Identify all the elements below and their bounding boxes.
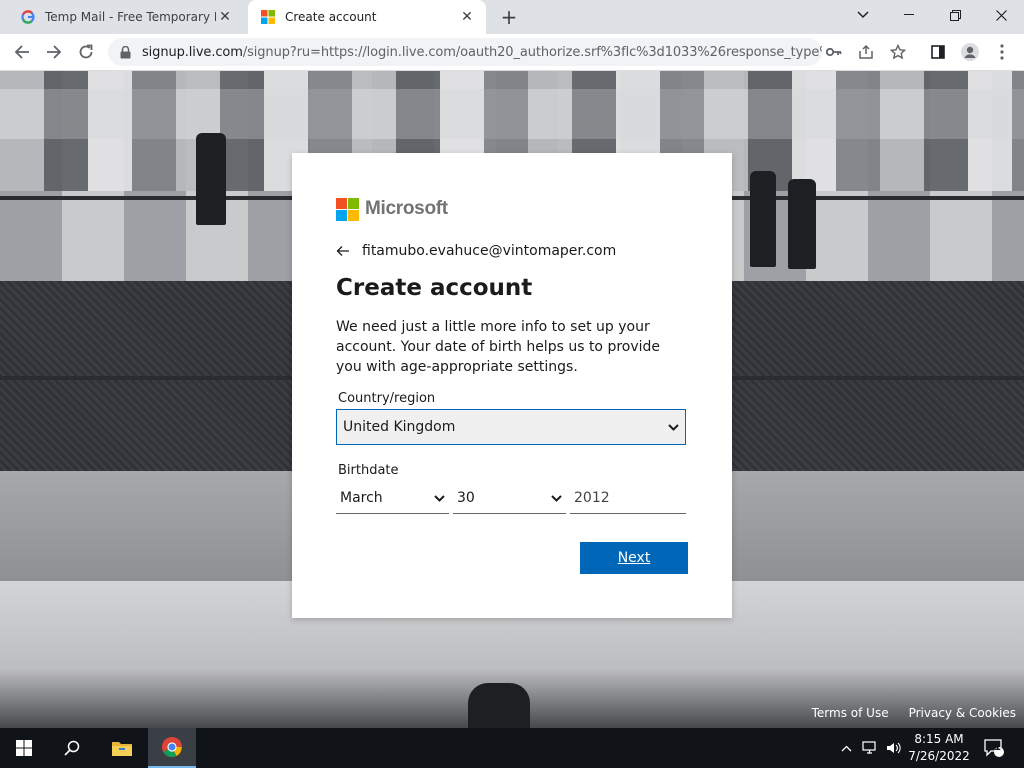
reload-icon[interactable] — [72, 38, 100, 66]
close-tab-icon[interactable]: ✕ — [216, 8, 234, 26]
tab-title: Temp Mail - Free Temporary Ema — [45, 10, 216, 24]
page-title: Create account — [336, 275, 533, 301]
chrome-taskbar-icon[interactable] — [148, 728, 196, 768]
privacy-cookies-link[interactable]: Privacy & Cookies — [909, 706, 1016, 720]
birth-day-select[interactable]: 30 — [453, 482, 566, 514]
close-window-icon[interactable] — [978, 0, 1024, 30]
microsoft-logo: Microsoft — [336, 197, 688, 221]
background-person — [196, 133, 226, 225]
country-select[interactable]: United Kingdom — [336, 409, 686, 445]
url-host: signup.live.com — [142, 44, 243, 60]
background-floor-tiles — [0, 89, 1024, 139]
signup-card: Microsoft fitamubo.evahuce@vintomaper.co… — [292, 153, 732, 618]
system-clock[interactable]: 8:15 AM 7/26/2022 — [904, 731, 974, 765]
volume-icon[interactable] — [884, 738, 904, 758]
terms-of-use-link[interactable]: Terms of Use — [812, 706, 889, 720]
clock-date: 7/26/2022 — [908, 749, 970, 763]
windows-start-icon[interactable] — [0, 728, 48, 768]
url-path: /signup?ru=https://login.live.com/oauth2… — [242, 44, 822, 60]
back-icon[interactable] — [8, 38, 36, 66]
forward-icon[interactable] — [40, 38, 68, 66]
close-tab-icon[interactable]: ✕ — [458, 8, 476, 26]
side-panel-icon[interactable] — [924, 38, 952, 66]
restore-icon[interactable] — [932, 0, 978, 30]
tab-temp-mail[interactable]: Temp Mail - Free Temporary Ema ✕ — [8, 0, 244, 34]
clock-time: 8:15 AM — [914, 732, 964, 746]
country-label: Country/region — [338, 391, 436, 406]
file-explorer-icon[interactable] — [98, 728, 146, 768]
birthdate-label: Birthdate — [338, 463, 399, 478]
network-icon[interactable] — [860, 738, 880, 758]
page-background: Microsoft fitamubo.evahuce@vintomaper.co… — [0, 71, 1024, 728]
footer-links: Terms of Use Privacy & Cookies — [812, 706, 1016, 720]
background-person — [750, 171, 776, 267]
back-arrow-icon[interactable] — [336, 245, 354, 257]
new-tab-icon[interactable]: + — [497, 5, 521, 29]
description-text: We need just a little more info to set u… — [336, 319, 661, 375]
birth-month-value: March — [340, 489, 383, 506]
kebab-menu-icon[interactable] — [988, 38, 1016, 66]
chevron-down-icon — [551, 490, 562, 506]
chevron-down-icon — [434, 490, 445, 506]
notification-icon[interactable]: 1 — [980, 736, 1008, 760]
notification-count: 1 — [994, 742, 1001, 753]
browser-tab-strip: Temp Mail - Free Temporary Ema ✕ Create … — [0, 0, 1024, 34]
next-button[interactable]: Next — [580, 542, 688, 574]
brand-name: Microsoft — [365, 198, 448, 219]
bookmark-star-icon[interactable] — [884, 38, 912, 66]
tab-search-chevron-icon[interactable] — [840, 0, 886, 30]
key-icon[interactable] — [820, 38, 848, 66]
url-text: signup.live.com/signup?ru=https://login.… — [142, 45, 822, 60]
lock-icon[interactable] — [118, 45, 132, 59]
profile-avatar-icon[interactable] — [956, 38, 984, 66]
google-favicon-icon — [20, 9, 36, 25]
birth-year-value: 2012 — [574, 489, 610, 506]
background-person — [468, 683, 530, 728]
microsoft-favicon-icon — [260, 9, 276, 25]
search-icon[interactable] — [48, 728, 96, 768]
country-value: United Kingdom — [343, 419, 456, 435]
minimize-icon[interactable] — [886, 0, 932, 30]
background-person — [788, 179, 816, 269]
identity-banner: fitamubo.evahuce@vintomaper.com — [336, 243, 688, 259]
birth-year-input[interactable]: 2012 — [570, 482, 686, 514]
address-bar[interactable]: signup.live.com/signup?ru=https://login.… — [108, 38, 822, 66]
tray-chevron-up-icon[interactable] — [836, 738, 856, 758]
taskbar: 8:15 AM 7/26/2022 1 — [0, 728, 1024, 768]
microsoft-logo-icon — [336, 197, 359, 221]
birthdate-row: March 30 2012 — [336, 482, 688, 514]
birth-month-select[interactable]: March — [336, 482, 449, 514]
identity-email: fitamubo.evahuce@vintomaper.com — [362, 243, 617, 259]
chevron-down-icon — [667, 421, 679, 433]
share-icon[interactable] — [852, 38, 880, 66]
tab-title: Create account — [285, 10, 377, 24]
browser-toolbar: signup.live.com/signup?ru=https://login.… — [0, 34, 1024, 71]
birth-day-value: 30 — [457, 489, 475, 506]
tab-create-account[interactable]: Create account ✕ — [248, 0, 486, 34]
